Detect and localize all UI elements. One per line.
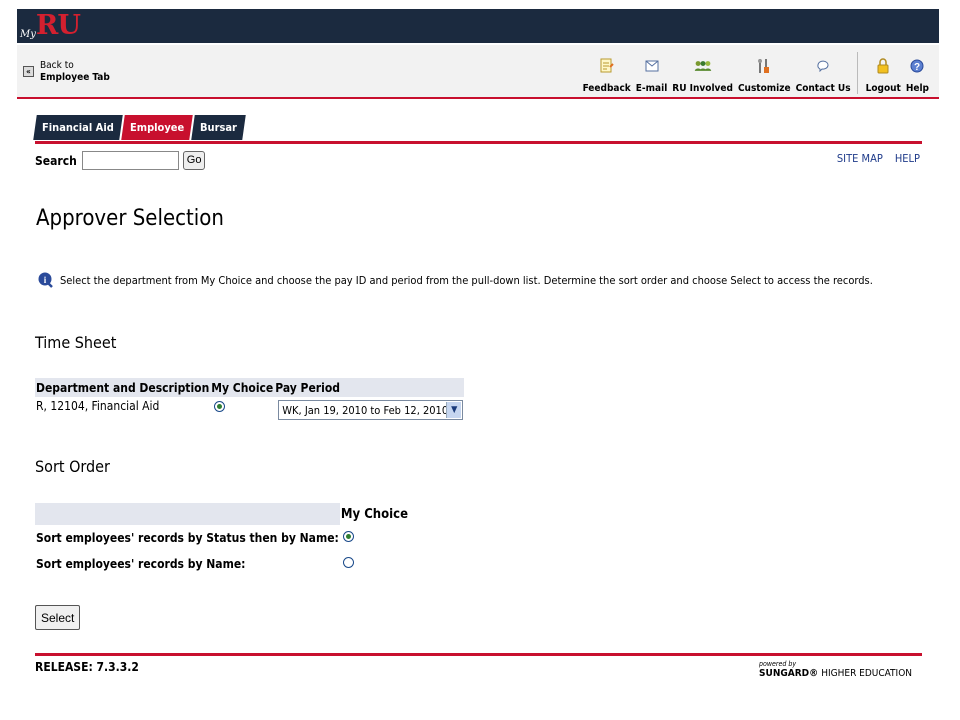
sort-choice-cell: [340, 525, 409, 551]
search-label: Search: [35, 153, 77, 168]
sort-name-radio[interactable]: [342, 557, 354, 568]
back-arrow-icon: «: [23, 66, 34, 77]
sort-option-label: Sort employees' records by Name:: [36, 557, 246, 571]
svg-text:?: ?: [914, 62, 920, 73]
page-title: Approver Selection: [36, 206, 224, 231]
column-header: My Choice: [210, 378, 275, 397]
customize-button[interactable]: Customize: [738, 57, 791, 94]
column-header: Department and Description: [35, 378, 211, 397]
ru-involved-label: RU Involved: [672, 83, 733, 94]
column-header: Pay Period: [274, 378, 465, 397]
help-link[interactable]: HELP: [895, 152, 920, 165]
chevron-down-icon[interactable]: ▼: [446, 402, 462, 418]
brand-suffix: HIGHER EDUCATION: [821, 668, 912, 679]
info-icon: i: [38, 272, 53, 288]
footer-divider: [35, 653, 922, 656]
lock-icon: [874, 57, 892, 75]
tab-label: Bursar: [200, 121, 237, 134]
tab-bar: Financial Aid Employee Bursar: [33, 115, 246, 140]
select-button[interactable]: Select: [35, 605, 81, 630]
sort-option-label: Sort employees' records by Status then b…: [36, 531, 339, 545]
time-sheet-heading: Time Sheet: [35, 333, 117, 352]
help-button[interactable]: ? Help: [906, 57, 929, 94]
info-text: Select the department from My Choice and…: [60, 273, 873, 287]
site-map-link[interactable]: SITE MAP: [837, 152, 883, 165]
table-row: Sort employees' records by Status then b…: [35, 525, 409, 551]
contact-us-button[interactable]: Contact Us: [796, 57, 851, 94]
go-button[interactable]: Go: [182, 151, 206, 170]
customize-icon: [755, 57, 773, 75]
logout-button[interactable]: Logout: [866, 57, 901, 94]
powered-by-text: powered by: [759, 660, 797, 668]
back-target-label: Employee Tab: [40, 72, 110, 83]
sort-choice-cell: [340, 551, 409, 577]
search-input[interactable]: [81, 151, 179, 170]
pay-period-value: WK, Jan 19, 2010 to Feb 12, 2010: [282, 403, 449, 417]
feedback-label: Feedback: [582, 83, 631, 94]
sort-order-heading: Sort Order: [35, 457, 110, 476]
feedback-button[interactable]: Feedback: [583, 57, 631, 94]
top-banner: MyRU: [17, 9, 939, 43]
back-to-employee-tab-link[interactable]: « Back to Employee Tab: [23, 60, 110, 84]
sort-label-header: [35, 503, 340, 525]
table-header-row: My Choice: [35, 503, 410, 525]
tab-label: Employee: [129, 121, 185, 134]
search-bar: Search Go: [35, 151, 206, 170]
ru-involved-button[interactable]: RU Involved: [672, 57, 733, 94]
utility-tools: Feedback E-mail RU Involved Customize Co…: [578, 52, 929, 94]
logout-label: Logout: [865, 83, 901, 94]
ru-involved-icon: [694, 57, 712, 75]
time-sheet-table: Department and Description My Choice Pay…: [35, 378, 465, 429]
table-header-row: Department and Description My Choice Pay…: [35, 378, 465, 397]
sort-status-name-radio[interactable]: [342, 531, 354, 542]
help-label: Help: [905, 83, 929, 94]
navbar-divider: [17, 97, 939, 99]
toolbar-divider: [856, 52, 858, 94]
table-row: Sort employees' records by Name:: [35, 551, 409, 577]
contact-us-label: Contact Us: [795, 83, 851, 94]
email-button[interactable]: E-mail: [635, 57, 668, 94]
tab-employee[interactable]: Employee: [121, 115, 193, 140]
utility-navbar: « Back to Employee Tab Feedback E-mail R…: [17, 45, 939, 97]
back-label: Back to: [40, 60, 74, 71]
release-version: RELEASE: 7.3.3.2: [35, 660, 139, 674]
table-row: R, 12104, Financial Aid WK, Jan 19, 2010…: [35, 397, 464, 429]
column-header: My Choice: [339, 503, 410, 525]
my-choice-cell: [210, 397, 274, 429]
contact-us-icon: [814, 57, 832, 75]
email-icon: [643, 57, 661, 75]
tab-financial-aid[interactable]: Financial Aid: [33, 115, 123, 140]
logo-text: RU: [35, 10, 81, 41]
pay-period-cell: WK, Jan 19, 2010 to Feb 12, 2010 ▼: [274, 397, 464, 429]
logo-prefix: My: [20, 29, 36, 40]
tab-underline: [35, 141, 922, 144]
myru-logo[interactable]: MyRU: [20, 10, 81, 41]
email-label: E-mail: [635, 83, 668, 94]
customize-label: Customize: [737, 83, 791, 94]
feedback-icon: [598, 57, 616, 75]
sort-order-table: My Choice Sort employees' records by Sta…: [35, 503, 410, 577]
info-message: i Select the department from My Choice a…: [38, 272, 873, 288]
tab-bursar[interactable]: Bursar: [191, 115, 246, 140]
top-links: SITE MAP HELP: [825, 152, 920, 165]
pay-period-select[interactable]: WK, Jan 19, 2010 to Feb 12, 2010 ▼: [278, 400, 464, 420]
sungard-logo: powered by SUNGARD® HIGHER EDUCATION: [759, 660, 912, 679]
tab-label: Financial Aid: [42, 121, 114, 134]
department-radio[interactable]: [214, 401, 226, 412]
brand-name: SUNGARD: [759, 668, 810, 679]
help-icon: ?: [908, 57, 926, 75]
department-cell: R, 12104, Financial Aid: [36, 399, 160, 413]
